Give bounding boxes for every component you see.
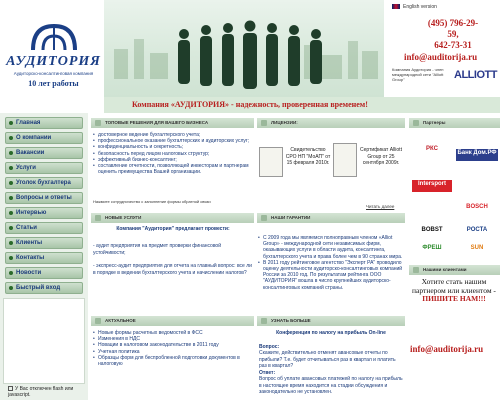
guarantees-header: НАШИ ГАРАНТИИ: [257, 213, 405, 223]
broken-image-icon: [8, 386, 13, 392]
new-services-header: НОВЫЕ УСЛУГИ: [91, 213, 254, 223]
nav-item-clients[interactable]: Клиенты: [5, 237, 83, 249]
licenses-header: ЛИЦЕНЗИИ:: [257, 118, 405, 128]
bullet-icon: [9, 151, 13, 155]
language-label: English version: [403, 4, 437, 10]
section-icon: [95, 120, 101, 126]
header-email-link[interactable]: info@auditorija.ru: [404, 52, 477, 62]
nav-item-about[interactable]: О компании: [5, 132, 83, 144]
section-icon: [95, 215, 101, 221]
bullet-icon: [9, 211, 13, 215]
business-people-icon: [178, 20, 322, 89]
guarantees-list: С 2009 года мы являемся полноправным чле…: [258, 235, 404, 291]
flash-placeholder: [3, 298, 85, 384]
bullet-icon: [9, 121, 13, 125]
nav-item-articles[interactable]: Статьи: [5, 222, 83, 234]
nav-item-faq[interactable]: Вопросы и ответы: [5, 192, 83, 204]
partner-logo-sun[interactable]: SUN: [456, 244, 498, 256]
list-item: В 2011 году рейтинговое агентство "Экспе…: [258, 260, 404, 291]
section-icon: [261, 120, 267, 126]
bullet-icon: [9, 136, 13, 140]
header: АУДИТОРИЯ Аудиторско-консалтинговая комп…: [0, 0, 500, 113]
header-banner: [104, 0, 384, 97]
nav-item-quick-login[interactable]: Быстрый вход: [5, 282, 83, 294]
partners-header: Партнеры: [409, 118, 500, 128]
new-services-intro: Компания "Аудитория" предлагает провести…: [116, 226, 230, 232]
years-badge: 10 лет работы: [28, 79, 79, 88]
alliott-text: Компания Аудитория - член международной …: [392, 67, 444, 82]
sro-certificate-caption: Свидетельство СРО НП "МоАП" от 15 феврал…: [285, 147, 331, 166]
bullet-icon: [9, 256, 13, 260]
nav-item-services[interactable]: Услуги: [5, 162, 83, 174]
language-switch[interactable]: English version: [392, 4, 437, 10]
phone-line-2: 59,: [447, 29, 459, 39]
partner-logo-rosta[interactable]: РОСТА: [456, 226, 498, 238]
footer-email-link[interactable]: info@auditorija.ru: [410, 344, 483, 354]
solutions-list: достоверное ведение бухгалтерского учета…: [93, 132, 253, 175]
new-services-item-1: - аудит предприятия на предмет проверки …: [93, 243, 222, 256]
learn-more-header: УЗНАТЬ БОЛЬШЕ: [257, 316, 405, 326]
nav-item-accountant-corner[interactable]: Уголок бухгалтера: [5, 177, 83, 189]
bullet-icon: [9, 166, 13, 170]
flash-notice: У Вас отключен flash или javascript.: [8, 386, 74, 398]
bullet-icon: [9, 241, 13, 245]
bullet-icon: [9, 226, 13, 230]
nav-item-news[interactable]: Новости: [5, 267, 83, 279]
alliott-membership[interactable]: Компания Аудитория - член международной …: [392, 67, 498, 97]
nav-item-vacancies[interactable]: Вакансии: [5, 147, 83, 159]
brand-subtitle: Аудиторско-консалтинговая компания: [13, 71, 94, 76]
section-icon: [413, 120, 419, 126]
partner-logo-bank[interactable]: Банк Дом.РФ: [456, 149, 498, 161]
nav-item-interview[interactable]: Интервью: [5, 207, 83, 219]
join-us-text: Хотите стать нашим партнером или клиенто…: [410, 277, 498, 304]
section-icon: [413, 267, 419, 273]
logo-mark-icon: [27, 22, 81, 52]
alliott-certificate-image[interactable]: [333, 143, 357, 177]
section-icon: [261, 318, 267, 324]
partner-logo-intersport[interactable]: Intersport: [412, 180, 452, 192]
sro-certificate-image[interactable]: [259, 147, 283, 177]
brand-name: АУДИТОРИЯ: [6, 54, 101, 69]
join-us-line: Хотите стать нашим партнером или клиенто…: [412, 277, 496, 295]
list-item: С 2009 года мы являемся полноправным чле…: [258, 235, 404, 260]
partner-logo-bosch[interactable]: BOSCH: [456, 203, 498, 215]
partner-logo-fresh[interactable]: ФРЕШ: [412, 244, 452, 256]
answer-text: Вопрос об уплате авансовых платежей по н…: [259, 376, 403, 395]
actual-header: АКТУАЛЬНОЕ: [91, 316, 254, 326]
phone-line-1: (495) 796-29-: [427, 18, 479, 28]
solutions-header: ТОПОВЫЕ РЕШЕНИЯ ДЛЯ ВАШЕГО БИЗНЕСА: [91, 118, 254, 128]
phone-numbers: (495) 796-29- 59, 642-73-31: [408, 18, 498, 51]
partner-logo-rks[interactable]: РКС: [412, 145, 452, 165]
section-icon: [95, 318, 101, 324]
bullet-icon: [9, 196, 13, 200]
alliott-certificate-caption: Сертификат Alliott Group от 25 сентября …: [360, 147, 402, 166]
bullet-icon: [9, 286, 13, 290]
sidebar-nav: Главная О компании Вакансии Услуги Уголо…: [0, 113, 88, 400]
uk-flag-icon: [392, 4, 400, 10]
nav-item-contacts[interactable]: Контакты: [5, 252, 83, 264]
feedback-link[interactable]: Нажмите сотрудничество с заполнение форм…: [93, 199, 253, 204]
new-services-item-2: - экспресс-аудит предприятия для отчета …: [93, 263, 252, 276]
conference-title[interactable]: Конференция по налогу на прибыль On-line: [259, 330, 403, 337]
bullet-icon: [9, 181, 13, 185]
section-icon: [261, 215, 267, 221]
question-text: Скажите, действительно отменят авансовые…: [259, 350, 396, 369]
phone-line-3: 642-73-31: [434, 40, 472, 50]
bullet-icon: [9, 271, 13, 275]
list-item: составление отчетности, позволяющей инве…: [93, 163, 253, 175]
list-item[interactable]: Образцы форм для беспробленной подготовк…: [93, 355, 253, 367]
partner-logo-bobst[interactable]: BOBST: [412, 226, 452, 238]
actual-list: Новые формы расчетных ведомостей в ФСС И…: [93, 330, 253, 367]
write-us-callout: ПИШИТЕ НАМ!!!: [422, 294, 486, 303]
company-logo[interactable]: АУДИТОРИЯ Аудиторско-консалтинговая комп…: [6, 22, 101, 102]
nav-item-home[interactable]: Главная: [5, 117, 83, 129]
alliott-logo: ALLIOTT: [454, 69, 497, 81]
clients-header: Нашими клиентами: [409, 265, 500, 275]
page: АУДИТОРИЯ Аудиторско-консалтинговая комп…: [0, 0, 500, 400]
licenses-read-more-link[interactable]: Читать далее: [366, 204, 394, 209]
tagline: Компания «АУДИТОРИЯ» - надежность, прове…: [104, 97, 500, 113]
